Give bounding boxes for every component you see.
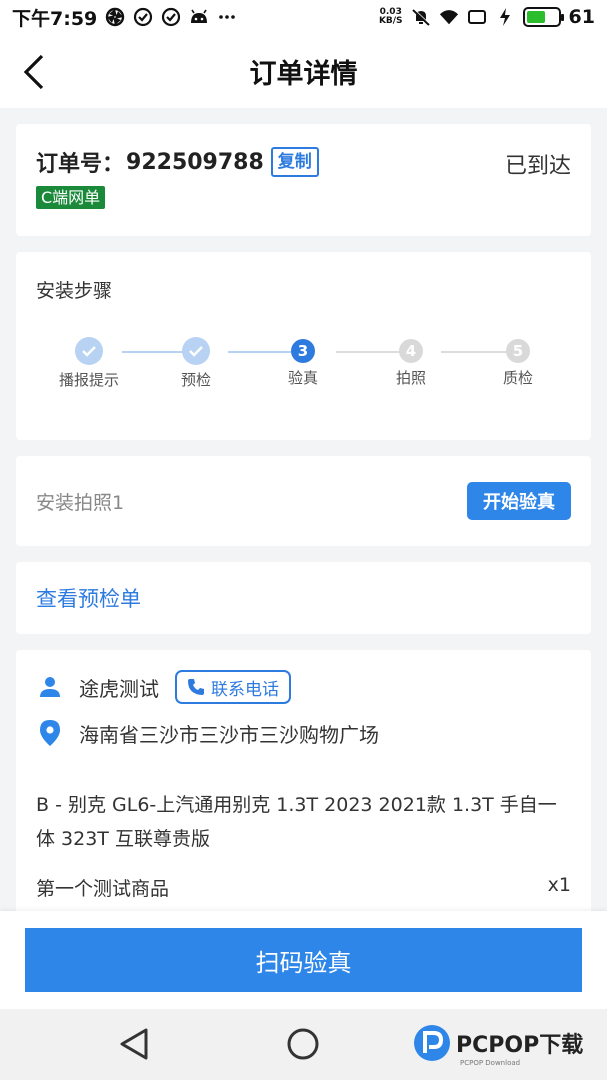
step-number: 4 — [399, 339, 423, 363]
charging-bolt-icon — [495, 7, 515, 27]
watermark-sub: PCPOP Download — [460, 1059, 521, 1067]
android-icon — [189, 7, 209, 27]
watermark: PCPOP下载 PCPOP Download — [412, 1023, 584, 1067]
mute-bell-icon — [411, 7, 431, 27]
order-status: 已到达 — [504, 154, 571, 179]
more-icon — [217, 7, 237, 27]
step-number: 3 — [291, 339, 315, 363]
page-title: 订单详情 — [249, 58, 358, 90]
battery-icon — [522, 7, 564, 27]
goods-row: 第一个测试商品 x1 — [36, 874, 571, 901]
order-label: 订单号： — [36, 152, 125, 177]
step-done-check-icon — [182, 337, 210, 365]
order-number: 922509788 — [126, 149, 264, 175]
step-label: 质检 — [502, 369, 533, 387]
step-done-check-icon — [75, 337, 103, 365]
location-pin-icon — [36, 719, 64, 747]
goods-name: 第一个测试商品 — [36, 878, 170, 900]
step-item: 5 质检 — [478, 337, 558, 388]
step-item: 4 拍照 — [371, 337, 451, 388]
circle-home-icon — [287, 1028, 319, 1060]
status-time: 下午7:59 — [12, 7, 98, 30]
install-steps-card: 安装步骤 播报提示 预检 3 验真 4 拍照 5 质检 — [16, 252, 591, 440]
app-header: 订单详情 — [0, 34, 607, 108]
back-button[interactable] — [22, 52, 58, 92]
customer-card: 途虎测试 联系电话 海南省三沙市三沙市三沙购物广场 B - 别克 GL6-上汽通… — [16, 650, 591, 920]
watermark-brand: PCPOP下载 — [456, 1033, 584, 1058]
wifi-icon — [439, 7, 459, 27]
system-nav-bar: PCPOP下载 PCPOP Download — [0, 1009, 607, 1080]
battery-level: 61 — [568, 6, 595, 28]
triangle-back-icon — [120, 1028, 148, 1060]
step-item: 3 验真 — [263, 337, 343, 388]
check-circle-icon — [133, 7, 153, 27]
car-model: B - 别克 GL6-上汽通用别克 1.3T 2023 2021款 1.3T 手… — [36, 794, 557, 850]
aperture-icon — [105, 7, 125, 27]
status-bar: 下午7:59 0.03 KB/S 61 — [0, 0, 607, 34]
check-circle-icon — [161, 7, 181, 27]
photo-label: 安装拍照1 — [36, 491, 125, 514]
chevron-left-icon — [23, 54, 44, 90]
person-icon — [36, 675, 64, 699]
step-label: 拍照 — [395, 369, 426, 387]
nav-back-button[interactable] — [118, 1027, 150, 1065]
call-phone-button[interactable]: 联系电话 — [175, 670, 291, 704]
scan-verify-button[interactable]: 扫码验真 — [25, 928, 582, 992]
phone-icon — [188, 679, 204, 695]
order-card: 订单号： 922509788 复制 已到达 C端网单 — [16, 124, 591, 236]
screen-icon — [467, 7, 487, 27]
steps-title: 安装步骤 — [36, 280, 113, 302]
precheck-card[interactable]: 查看预检单 — [16, 562, 591, 634]
bottom-action-bar: 扫码验真 — [0, 911, 607, 1009]
step-label: 播报提示 — [58, 371, 119, 389]
pcpop-logo-icon — [414, 1025, 450, 1061]
install-photo-card: 安装拍照1 开始验真 — [16, 456, 591, 546]
goods-quantity: x1 — [547, 874, 571, 896]
step-number: 5 — [506, 339, 530, 363]
call-phone-label: 联系电话 — [211, 679, 279, 700]
step-item: 预检 — [156, 337, 236, 390]
step-label: 预检 — [180, 371, 211, 389]
nav-home-button[interactable] — [286, 1027, 320, 1065]
network-speed: 0.03 KB/S — [378, 7, 403, 26]
step-item: 播报提示 — [49, 337, 129, 390]
step-progress: 播报提示 预检 3 验真 4 拍照 5 质检 — [36, 337, 571, 397]
customer-address: 海南省三沙市三沙市三沙购物广场 — [79, 722, 379, 747]
view-precheck-link[interactable]: 查看预检单 — [36, 583, 141, 613]
start-verify-button[interactable]: 开始验真 — [467, 482, 571, 520]
customer-name: 途虎测试 — [79, 676, 159, 701]
copy-button[interactable]: 复制 — [270, 147, 319, 177]
order-type-badge: C端网单 — [36, 186, 106, 209]
main-content: 订单号： 922509788 复制 已到达 C端网单 安装步骤 播报提示 预检 … — [0, 108, 607, 920]
step-label: 验真 — [287, 369, 318, 387]
